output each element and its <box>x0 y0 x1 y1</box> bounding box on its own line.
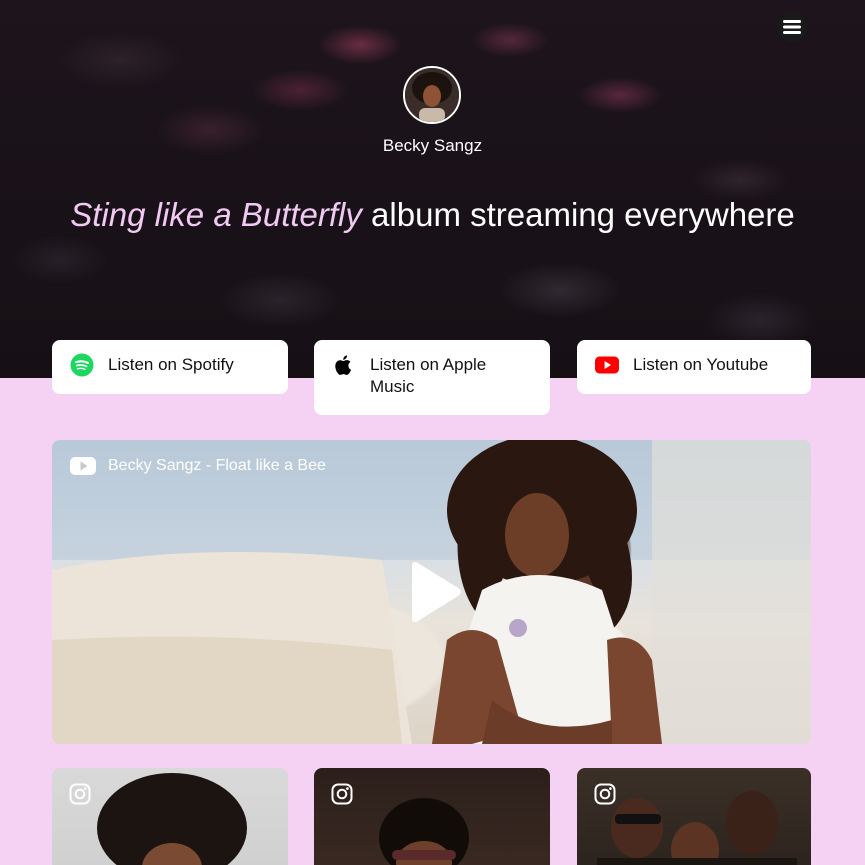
video-title-bar: Becky Sangz - Float like a Bee <box>70 456 326 476</box>
avatar-image <box>405 68 459 122</box>
hero-banner: Becky Sangz Sting like a Butterfly album… <box>0 0 865 378</box>
instagram-icon <box>331 783 353 805</box>
headline-text: album streaming everywhere <box>361 196 795 233</box>
listen-apple-music-label: Listen on Apple Music <box>370 355 487 396</box>
play-icon[interactable] <box>404 560 464 624</box>
listen-youtube-button[interactable]: Listen on Youtube <box>577 340 811 394</box>
listen-spotify-label: Listen on Spotify <box>108 355 234 374</box>
video-title[interactable]: Becky Sangz - Float like a Bee <box>108 457 326 475</box>
instagram-post-2[interactable] <box>314 768 550 865</box>
apple-icon <box>335 355 351 375</box>
spotify-icon <box>70 353 94 377</box>
listen-youtube-label: Listen on Youtube <box>633 355 769 374</box>
headline: Sting like a Butterfly album streaming e… <box>0 196 865 234</box>
instagram-post-1[interactable] <box>52 768 288 865</box>
headline-album-title: Sting like a Butterfly <box>70 196 362 233</box>
youtube-video-embed[interactable]: Becky Sangz - Float like a Bee <box>52 440 811 744</box>
listen-apple-music-button[interactable]: Listen on Apple Music <box>314 340 550 415</box>
listen-spotify-button[interactable]: Listen on Spotify <box>52 340 288 394</box>
artist-avatar <box>403 66 461 124</box>
menu-button[interactable] <box>777 12 807 42</box>
youtube-icon <box>70 457 96 475</box>
artist-name: Becky Sangz <box>382 136 483 155</box>
instagram-icon <box>594 783 616 805</box>
youtube-icon <box>595 356 619 374</box>
hamburger-menu-icon <box>783 20 801 34</box>
hero-overlay <box>0 0 865 378</box>
instagram-post-3[interactable] <box>577 768 811 865</box>
instagram-icon <box>69 783 91 805</box>
